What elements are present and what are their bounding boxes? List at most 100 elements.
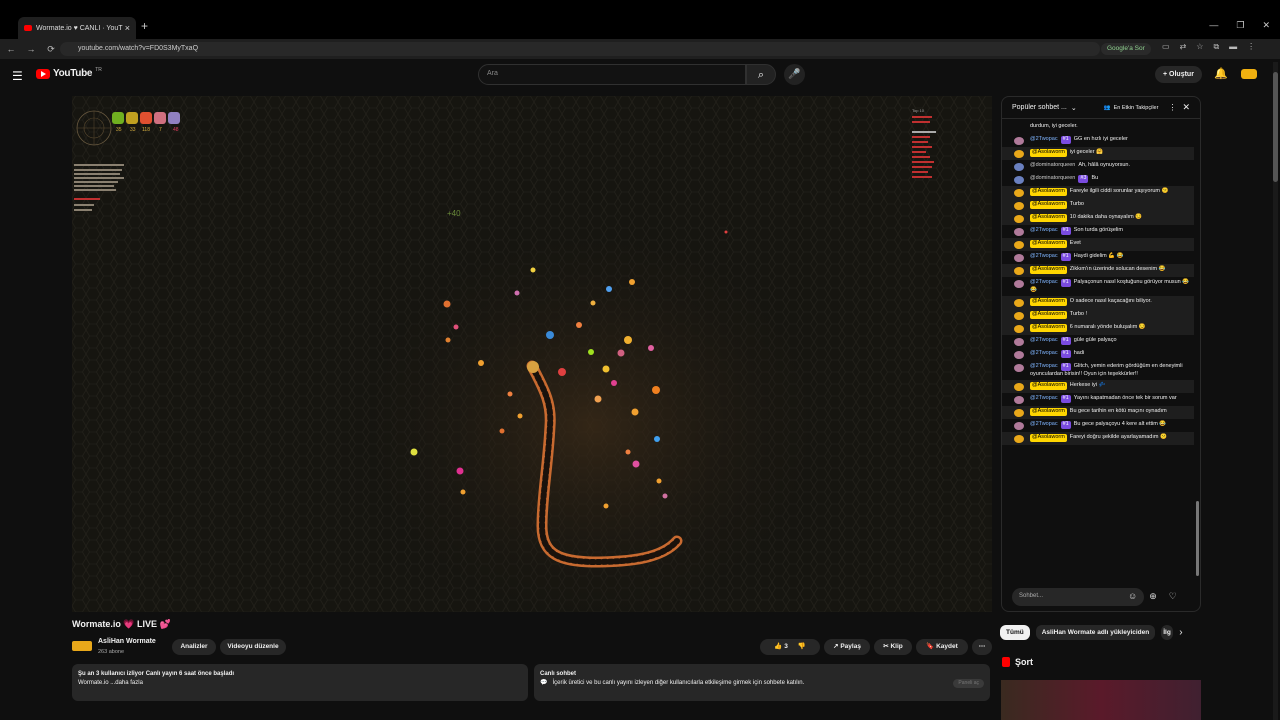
extensions-icon[interactable]: ⧉	[1213, 42, 1219, 52]
edit-video-button[interactable]: Videoyu düzenle	[220, 639, 286, 655]
chat-message[interactable]: @Asolaworm 10 dakika daha oynayalım 😏	[1002, 212, 1194, 225]
clip-button[interactable]: ✂ Klip	[874, 639, 912, 655]
create-button[interactable]: + Oluştur	[1155, 66, 1202, 83]
chat-avatar[interactable]	[1014, 299, 1024, 307]
chat-author[interactable]: @Asolaworm	[1030, 434, 1067, 442]
chat-author[interactable]: @dominatorqueen	[1030, 162, 1075, 168]
chat-scrollbar[interactable]	[1196, 121, 1199, 581]
search-input[interactable]: Ara	[478, 64, 746, 85]
chat-avatar[interactable]	[1014, 351, 1024, 359]
analytics-button[interactable]: Analizler	[172, 639, 216, 655]
google-ask-button[interactable]: Google'a Sor	[1101, 43, 1151, 55]
chat-avatar[interactable]	[1014, 150, 1024, 158]
thumbs-up-icon[interactable]: 👍	[774, 643, 782, 650]
shorts-thumbnails[interactable]	[1001, 680, 1201, 720]
channel-avatar[interactable]	[72, 641, 92, 651]
chat-avatar[interactable]	[1014, 254, 1024, 262]
chat-author[interactable]: @Asolaworm	[1030, 324, 1067, 332]
more-actions-icon[interactable]: ⋯	[972, 639, 992, 655]
forward-icon[interactable]: →	[22, 44, 40, 54]
chat-message[interactable]: @Asolaworm Zikkım'ın üzerinde solucan des…	[1002, 264, 1194, 277]
chat-author[interactable]: @Asolaworm	[1030, 382, 1067, 390]
share-button[interactable]: ↗ Paylaş	[824, 639, 870, 655]
chat-avatar[interactable]	[1014, 215, 1024, 223]
chat-avatar[interactable]	[1014, 124, 1024, 132]
chat-author[interactable]: @dominatorqueen	[1030, 175, 1075, 181]
top-fans-filter[interactable]: 👥 En Etkin Takipçiler	[1104, 105, 1159, 111]
chat-avatar[interactable]	[1014, 422, 1024, 430]
emoji-icon[interactable]: ☺	[1128, 591, 1137, 602]
chat-author[interactable]: @2Twopac	[1030, 136, 1058, 142]
chat-message[interactable]: durdum, iyi geceler.	[1002, 121, 1194, 134]
chat-message[interactable]: @Asolaworm O sadece nasıl kaçacağını bili…	[1002, 296, 1194, 309]
chat-avatar[interactable]	[1014, 435, 1024, 443]
chat-author[interactable]: @Asolaworm	[1030, 298, 1067, 306]
chat-avatar[interactable]	[1014, 280, 1024, 288]
chat-author[interactable]: @Asolaworm	[1030, 240, 1067, 248]
chat-message[interactable]: @2Twopac #1 GG en hızlı iyi geceler	[1002, 134, 1194, 147]
video-player[interactable]: +40 35 33 118 7 48 Top 10	[72, 96, 992, 612]
chat-message[interactable]: @2Twopac #1 güle güle palyaço	[1002, 335, 1194, 348]
new-tab-icon[interactable]: +	[141, 19, 148, 33]
like-dislike-group[interactable]: 👍 3 👎	[760, 639, 820, 655]
chat-message[interactable]: @2Twopac #1 Bu gece palyaçoyu 4 kere alt e…	[1002, 419, 1194, 432]
browser-menu-icon[interactable]: ⋮	[1247, 42, 1255, 52]
save-button[interactable]: 🔖 Kaydet	[916, 639, 968, 655]
chat-input[interactable]: Sohbet...	[1012, 588, 1144, 606]
chat-avatar[interactable]	[1014, 241, 1024, 249]
thumbs-down-icon[interactable]: 👎	[798, 643, 806, 650]
chat-more-icon[interactable]: ⋮	[1168, 103, 1176, 112]
chat-message[interactable]: @Asolaworm Evet	[1002, 238, 1194, 251]
chat-author[interactable]: @Asolaworm	[1030, 188, 1067, 196]
cast-icon[interactable]: ▭	[1162, 42, 1170, 52]
hamburger-menu-icon[interactable]: ☰	[12, 69, 23, 83]
chat-author[interactable]: @2Twopac	[1030, 227, 1058, 233]
chip-from-uploader[interactable]: AsliHan Wormate adlı yükleyiciden	[1035, 625, 1156, 640]
chat-avatar[interactable]	[1014, 409, 1024, 417]
chat-message[interactable]: @Asolaworm Turbo !	[1002, 309, 1194, 322]
voice-search-mic-icon[interactable]: 🎤	[784, 64, 805, 85]
chat-message[interactable]: @Asolaworm Herkese iyi 💤	[1002, 380, 1194, 393]
chat-avatar[interactable]	[1014, 189, 1024, 197]
chat-avatar[interactable]	[1014, 383, 1024, 391]
profile-icon[interactable]: ▬	[1229, 42, 1237, 52]
chat-message[interactable]: @2Twopac #1 Palyaçonun nasıl koştuğunu gör…	[1002, 277, 1194, 296]
browser-tab[interactable]: Wormate.io ♥ CANLI · YouT ×	[18, 17, 136, 39]
chat-avatar[interactable]	[1014, 267, 1024, 275]
account-avatar[interactable]	[1241, 69, 1257, 79]
chat-message[interactable]: @Asolaworm Turbo	[1002, 199, 1194, 212]
chat-message[interactable]: @2Twopac #1 Son turda görüşelim	[1002, 225, 1194, 238]
page-scrollbar[interactable]	[1273, 62, 1278, 720]
description-box[interactable]: Şu an 3 kullanıcı izliyor Canlı yayın 6 …	[72, 664, 528, 701]
chat-author[interactable]: @Asolaworm	[1030, 408, 1067, 416]
translate-icon[interactable]: ⇄	[1180, 42, 1187, 52]
chat-avatar[interactable]	[1014, 202, 1024, 210]
chevron-right-icon[interactable]: ›	[1179, 627, 1182, 638]
chip-all[interactable]: Tümü	[1000, 625, 1030, 640]
add-icon[interactable]: ⊕	[1149, 591, 1157, 602]
chat-author[interactable]: @2Twopac	[1030, 279, 1058, 285]
chat-avatar[interactable]	[1014, 338, 1024, 346]
notifications-bell-icon[interactable]: 🔔	[1214, 67, 1228, 80]
chat-message[interactable]: @2Twopac #1 Haydi gidelim 💪 😂	[1002, 251, 1194, 264]
url-field[interactable]: youtube.com/watch?v=FD0S3MyTxaQ	[60, 42, 1100, 56]
chat-author[interactable]: @Asolaworm	[1030, 149, 1067, 157]
chat-message[interactable]: @Asolaworm iyi geceler 🤗	[1002, 147, 1194, 160]
chat-avatar[interactable]	[1014, 364, 1024, 372]
chat-author[interactable]: @2Twopac	[1030, 395, 1058, 401]
chat-author[interactable]: @Asolaworm	[1030, 214, 1067, 222]
chat-avatar[interactable]	[1014, 176, 1024, 184]
chat-mode-dropdown[interactable]: Popüler sohbet ...	[1012, 104, 1067, 111]
chat-message[interactable]: @2Twopac #1 hadi	[1002, 348, 1194, 361]
chat-message-list[interactable]: durdum, iyi geceler. @2Twopac #1 GG en hızl…	[1002, 121, 1194, 581]
chat-message[interactable]: @Asolaworm 6 numaralı yönde buluşalım 😏	[1002, 322, 1194, 335]
chat-avatar[interactable]	[1014, 163, 1024, 171]
chat-message[interactable]: @Asolaworm Fareyle ilgili ciddi sorunlar …	[1002, 186, 1194, 199]
channel-name[interactable]: AsliHan Wormate	[98, 638, 156, 645]
maximize-icon[interactable]: ❐	[1236, 20, 1244, 31]
chat-avatar[interactable]	[1014, 137, 1024, 145]
chevron-down-icon[interactable]: ⌄	[1071, 104, 1077, 112]
chip-related[interactable]: İlg	[1161, 625, 1174, 640]
search-button[interactable]: ⌕	[746, 64, 776, 85]
chat-author[interactable]: @Asolaworm	[1030, 311, 1067, 319]
